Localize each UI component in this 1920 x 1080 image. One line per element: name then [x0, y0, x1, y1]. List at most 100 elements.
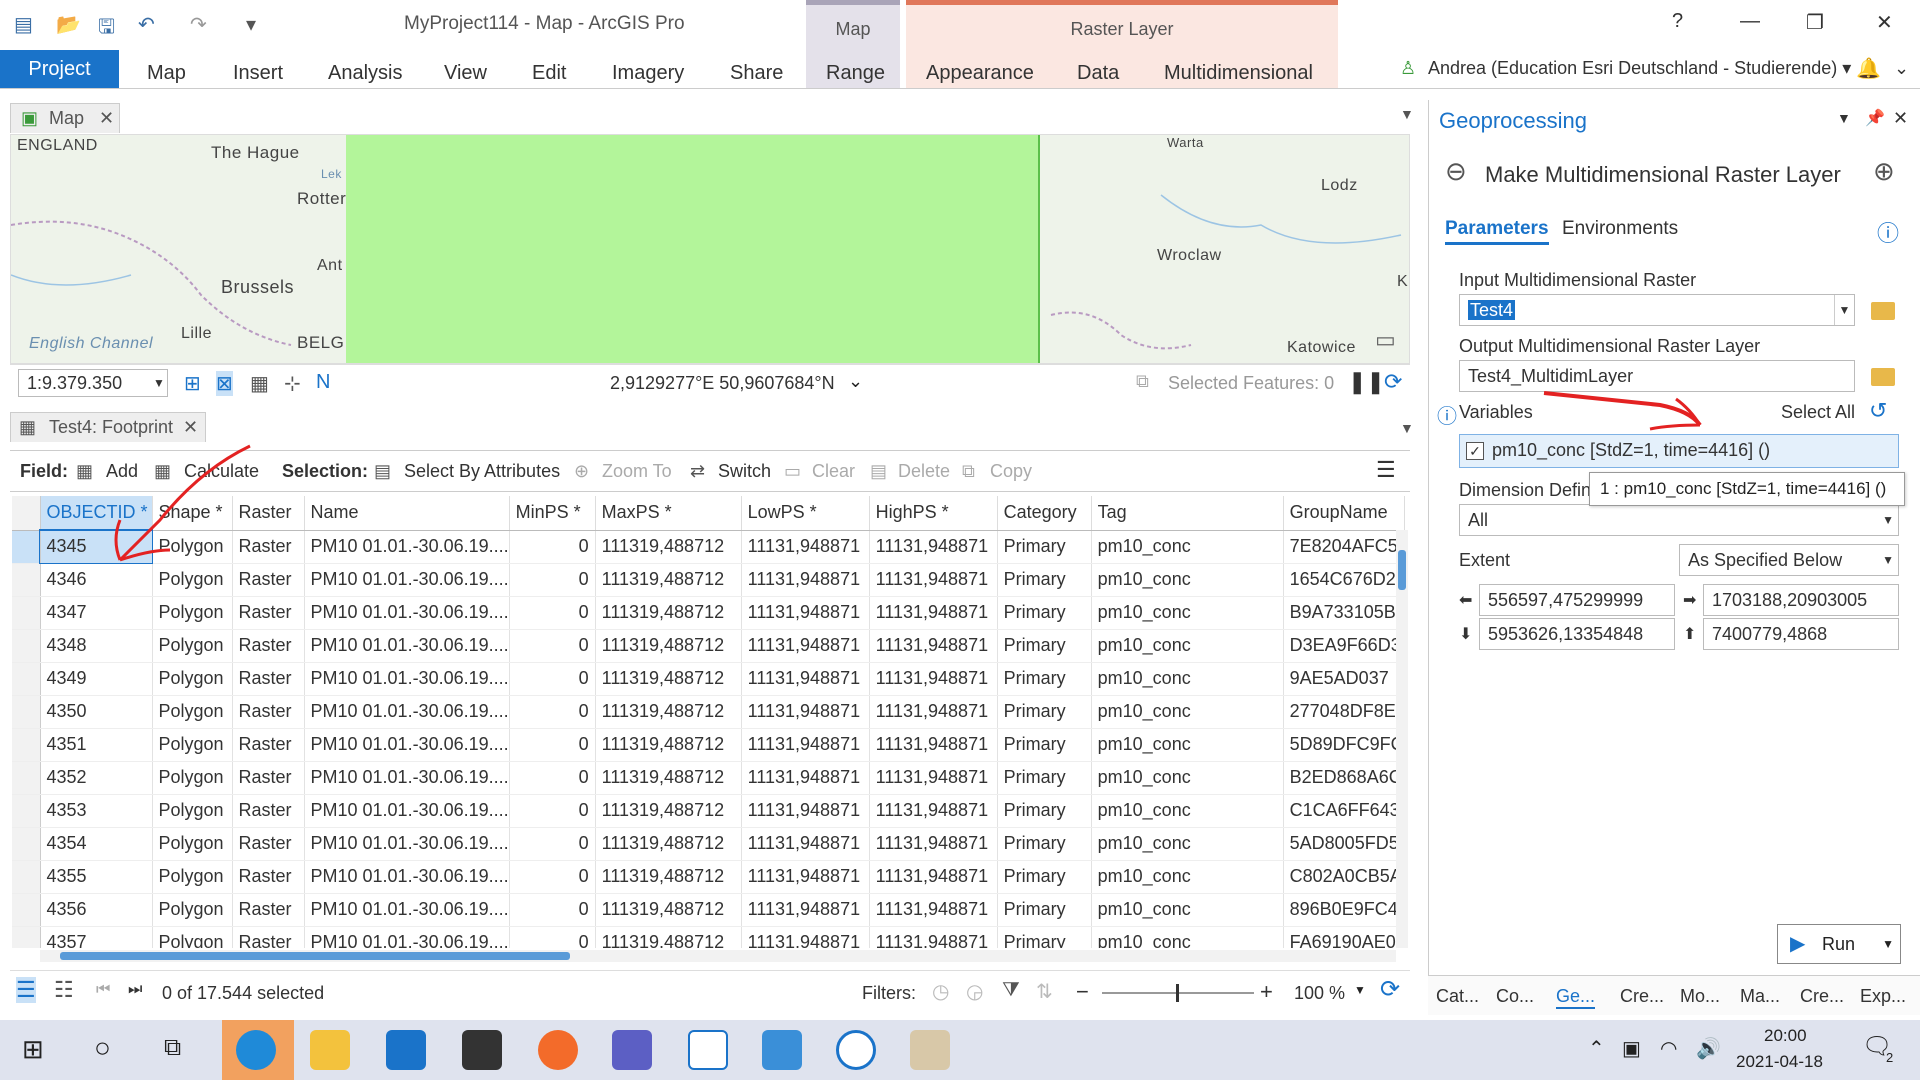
row-selector[interactable]: [12, 860, 41, 894]
ribbon-expand-icon[interactable]: ⌄: [1894, 58, 1909, 79]
zoom-to-button[interactable]: Zoom To: [602, 461, 672, 482]
dock-tab-create[interactable]: Cre...: [1620, 986, 1664, 1007]
table-cell[interactable]: Polygon: [152, 926, 233, 948]
column-header[interactable]: HighPS *: [869, 496, 998, 531]
table-cell[interactable]: 4349: [40, 662, 153, 696]
table-cell[interactable]: 0: [509, 794, 596, 828]
row-selector[interactable]: [12, 728, 41, 762]
column-header[interactable]: Raster: [232, 496, 305, 531]
table-pane-menu-icon[interactable]: ▼: [1400, 420, 1414, 436]
table-cell[interactable]: D3EA9F66D3: [1283, 629, 1405, 663]
filter-icon[interactable]: ⧩: [1002, 979, 1020, 1002]
column-header[interactable]: OBJECTID *: [40, 496, 153, 531]
table-cell[interactable]: pm10_conc: [1091, 728, 1284, 762]
table-cell[interactable]: Raster: [232, 695, 305, 729]
map-tab-close-icon[interactable]: ✕: [99, 104, 114, 132]
store-icon[interactable]: [462, 1030, 502, 1070]
windows-start-icon[interactable]: ⊞: [22, 1034, 44, 1065]
dock-tab-manage[interactable]: Ma...: [1740, 986, 1780, 1007]
row-selector[interactable]: [12, 596, 41, 630]
run-button[interactable]: ▶ Run ▼: [1777, 924, 1901, 964]
row-selector[interactable]: [12, 695, 41, 729]
last-record-icon[interactable]: ⏭: [128, 981, 142, 999]
table-cell[interactable]: PM10 01.01.-30.06.19....: [304, 662, 510, 696]
table-cell[interactable]: 11131,948871: [869, 794, 998, 828]
pane-options-icon[interactable]: ▼: [1837, 110, 1851, 126]
search-icon[interactable]: ○: [94, 1032, 111, 1064]
table-cell[interactable]: Primary: [997, 728, 1092, 762]
table-cell[interactable]: 11131,948871: [869, 596, 998, 630]
table-cell[interactable]: 11131,948871: [869, 563, 998, 597]
table-cell[interactable]: 11131,948871: [741, 761, 870, 795]
table-cell[interactable]: 11131,948871: [869, 728, 998, 762]
grid-icon[interactable]: ⊠: [216, 371, 233, 396]
horizontal-scroll-thumb[interactable]: [60, 952, 570, 960]
tray-app-icon[interactable]: ▣: [1622, 1036, 1641, 1061]
calculate-button[interactable]: Calculate: [184, 461, 259, 482]
photos-icon[interactable]: [762, 1030, 802, 1070]
table-row[interactable]: 4352 Polygon Raster PM10 01.01.-30.06.19...…: [12, 761, 1405, 795]
pane-menu-icon[interactable]: ▼: [1400, 106, 1414, 122]
table-row[interactable]: 4346 Polygon Raster PM10 01.01.-30.06.19...…: [12, 563, 1405, 597]
table-cell[interactable]: 111319,488712: [595, 530, 742, 564]
table-cell[interactable]: 4346: [40, 563, 153, 597]
minimize-icon[interactable]: —: [1740, 10, 1760, 33]
zoom-dropdown-icon[interactable]: ▼: [1354, 983, 1366, 997]
undo-icon[interactable]: ↶: [138, 12, 155, 37]
table-cell[interactable]: 0: [509, 893, 596, 927]
select-all-corner[interactable]: [12, 496, 41, 531]
table-cell[interactable]: Primary: [997, 629, 1092, 663]
zoom-out-icon[interactable]: −: [1076, 979, 1089, 1005]
zoom-slider[interactable]: [1102, 984, 1254, 1002]
table-cell[interactable]: Primary: [997, 530, 1092, 564]
table-cell[interactable]: pm10_conc: [1091, 794, 1284, 828]
table-cell[interactable]: 4357: [40, 926, 153, 948]
tab-map[interactable]: Map: [147, 62, 186, 85]
table-cell[interactable]: pm10_conc: [1091, 695, 1284, 729]
table-row[interactable]: 4350 Polygon Raster PM10 01.01.-30.06.19...…: [12, 695, 1405, 729]
table-cell[interactable]: 11131,948871: [741, 629, 870, 663]
show-selected-records-icon[interactable]: ☷: [54, 977, 74, 1003]
map-view-tab[interactable]: ▣ Map ✕: [10, 103, 120, 133]
table-cell[interactable]: 896B0E9FC4: [1283, 893, 1405, 927]
table-cell[interactable]: 11131,948871: [741, 563, 870, 597]
table-cell[interactable]: 111319,488712: [595, 629, 742, 663]
table-cell[interactable]: 4354: [40, 827, 153, 861]
row-selector[interactable]: [12, 563, 41, 597]
table-cell[interactable]: Raster: [232, 728, 305, 762]
table-cell[interactable]: Primary: [997, 596, 1092, 630]
table-cell[interactable]: Polygon: [152, 893, 233, 927]
table-cell[interactable]: pm10_conc: [1091, 893, 1284, 927]
browse-output-icon[interactable]: [1871, 368, 1895, 386]
tab-share[interactable]: Share: [730, 62, 783, 85]
table-cell[interactable]: 11131,948871: [741, 827, 870, 861]
table-cell[interactable]: PM10 01.01.-30.06.19....: [304, 893, 510, 927]
copy-button[interactable]: Copy: [990, 461, 1032, 482]
table-cell[interactable]: Polygon: [152, 662, 233, 696]
map-legend-icon[interactable]: ▭: [1375, 327, 1396, 353]
column-header[interactable]: Shape *: [152, 496, 233, 531]
add-field-button[interactable]: Add: [106, 461, 138, 482]
table-cell[interactable]: Primary: [997, 860, 1092, 894]
table-cell[interactable]: 111319,488712: [595, 695, 742, 729]
table-cell[interactable]: Raster: [232, 761, 305, 795]
table-row[interactable]: 4353 Polygon Raster PM10 01.01.-30.06.19...…: [12, 794, 1405, 828]
row-selector[interactable]: [12, 794, 41, 828]
table-cell[interactable]: 11131,948871: [869, 629, 998, 663]
table-cell[interactable]: 0: [509, 563, 596, 597]
table-cell[interactable]: 0: [509, 629, 596, 663]
row-selector[interactable]: [12, 926, 41, 948]
table-cell[interactable]: 111319,488712: [595, 596, 742, 630]
tab-multidimensional[interactable]: Multidimensional: [1164, 62, 1313, 85]
table-cell[interactable]: Polygon: [152, 530, 233, 564]
table-cell[interactable]: Polygon: [152, 860, 233, 894]
table-cell[interactable]: pm10_conc: [1091, 563, 1284, 597]
table-cell[interactable]: 11131,948871: [869, 893, 998, 927]
column-header[interactable]: Name: [304, 496, 510, 531]
tab-edit[interactable]: Edit: [532, 62, 566, 85]
paint-icon[interactable]: [910, 1030, 950, 1070]
column-header[interactable]: MinPS *: [509, 496, 596, 531]
first-record-icon[interactable]: ⏮: [96, 981, 110, 999]
table-cell[interactable]: C1CA6FF643: [1283, 794, 1405, 828]
table-cell[interactable]: pm10_conc: [1091, 761, 1284, 795]
